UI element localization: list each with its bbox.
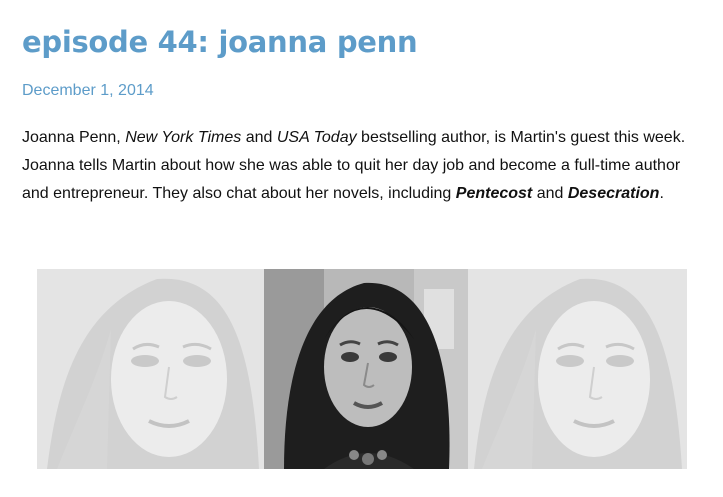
novel-pentecost: Pentecost: [455, 185, 533, 202]
publication-usa-today: USA Today: [276, 129, 357, 146]
body-text-2: and: [241, 129, 277, 146]
body-text-4: and: [532, 185, 568, 202]
faded-portrait-left: [37, 269, 264, 469]
body-text-5: .: [659, 185, 664, 202]
publication-new-york-times: New York Times: [125, 129, 242, 146]
post-title-link[interactable]: episode 44: joanna penn: [22, 22, 418, 62]
portrait-photo: [264, 269, 468, 469]
body-text-1: Joanna Penn,: [22, 129, 126, 146]
post-date: December 1, 2014: [22, 82, 154, 99]
faded-portrait-right: [468, 269, 687, 469]
post-body: Joanna Penn, New York Times and USA Toda…: [22, 124, 702, 208]
portrait-image-strip: [37, 269, 687, 469]
novel-desecration: Desecration: [567, 185, 660, 202]
